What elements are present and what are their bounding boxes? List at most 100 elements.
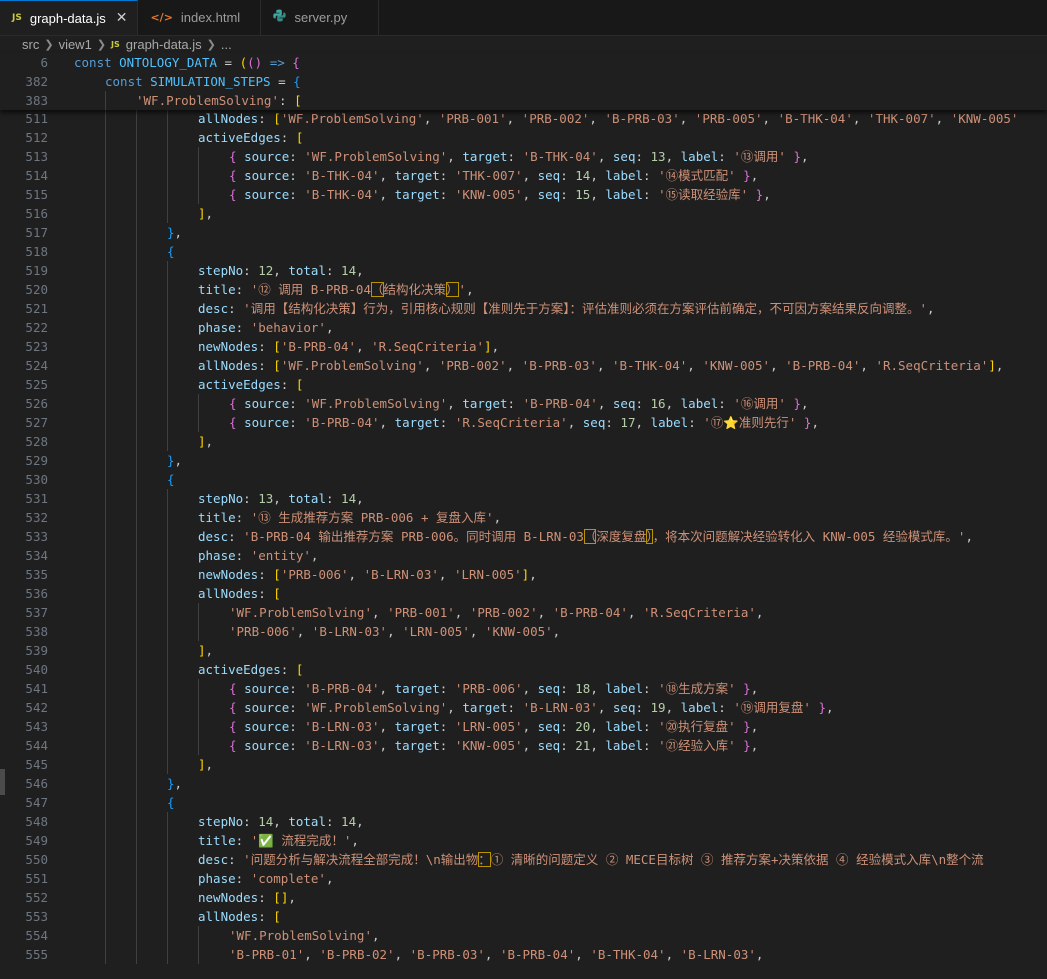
- code-line[interactable]: activeEdges: [: [198, 660, 303, 679]
- code-line[interactable]: { source: 'B-THK-04', target: 'KNW-005',…: [229, 185, 771, 204]
- code-line[interactable]: stepNo: 12, total: 14,: [198, 261, 364, 280]
- code-token: :: [289, 700, 305, 715]
- line-number: 541: [25, 681, 48, 696]
- code-line[interactable]: 'B-PRB-01', 'B-PRB-02', 'B-PRB-03', 'B-P…: [229, 945, 763, 964]
- sticky-code-line[interactable]: 'WF.ProblemSolving': [: [136, 91, 302, 110]
- sticky-code-line[interactable]: const SIMULATION_STEPS = {: [105, 72, 301, 91]
- code-line[interactable]: { source: 'B-PRB-04', target: 'R.SeqCrit…: [229, 413, 819, 432]
- code-line[interactable]: allNodes: ['WF.ProblemSolving', 'PRB-002…: [198, 356, 1003, 375]
- breadcrumb: src ❯ view1 ❯ JS graph-data.js ❯ ...: [0, 35, 1047, 53]
- code-token: :: [235, 282, 251, 297]
- line-number: 530: [25, 472, 48, 487]
- breadcrumb-src[interactable]: src: [22, 37, 39, 52]
- code-token: 'KNW-005': [454, 187, 523, 202]
- code-line[interactable]: newNodes: ['B-PRB-04', 'R.SeqCriteria'],: [198, 337, 499, 356]
- tab-graph-data-js[interactable]: JS graph-data.js ✕: [0, 0, 139, 35]
- code-token: seq: [612, 149, 636, 164]
- indent-guide: [136, 318, 137, 337]
- code-token: 'B-PRB-01': [229, 947, 305, 962]
- code-line[interactable]: allNodes: [: [198, 584, 281, 603]
- code-line[interactable]: desc: '问题分析与解决流程全部完成！\n输出物：① 清晰的问题定义 ② M…: [198, 850, 984, 869]
- code-token: ,: [310, 548, 319, 563]
- code-line[interactable]: },: [167, 223, 182, 242]
- code-token: :: [289, 719, 305, 734]
- code-token: label: [605, 168, 644, 183]
- breadcrumb-view1[interactable]: view1: [59, 37, 92, 52]
- sticky-code-line[interactable]: const ONTOLOGY_DATA = (() => {: [74, 53, 300, 72]
- sticky-scroll-header[interactable]: 6 const ONTOLOGY_DATA = (() => {382 const …: [0, 53, 1047, 110]
- code-token: 'B-PRB-03': [409, 947, 485, 962]
- code-line[interactable]: stepNo: 14, total: 14,: [198, 812, 364, 831]
- tab-server-py[interactable]: server.py: [261, 0, 380, 35]
- code-line[interactable]: activeEdges: [: [198, 128, 303, 147]
- code-line[interactable]: 'WF.ProblemSolving',: [229, 926, 380, 945]
- code-line[interactable]: { source: 'B-THK-04', target: 'THK-007',…: [229, 166, 758, 185]
- code-token: ,: [356, 263, 364, 278]
- code-token: ,: [770, 358, 786, 373]
- code-line[interactable]: desc: '调用【结构化决策】行为，引用核心规则【准则先于方案】：评估准则必须…: [198, 299, 935, 318]
- code-line[interactable]: },: [167, 451, 182, 470]
- code-line[interactable]: { source: 'WF.ProblemSolving', target: '…: [229, 147, 809, 166]
- code-line[interactable]: title: '✅ 流程完成！',: [198, 831, 359, 850]
- code-line[interactable]: newNodes: ['PRB-006', 'B-LRN-03', 'LRN-0…: [198, 565, 537, 584]
- code-line[interactable]: title: '⑬ 生成推荐方案 PRB-006 + 复盘入库',: [198, 508, 501, 527]
- indent-guide: [136, 888, 137, 907]
- tab-label: graph-data.js: [29, 10, 106, 26]
- code-token: ,: [325, 871, 334, 886]
- code-line[interactable]: phase: 'entity',: [198, 546, 318, 565]
- indent-guide: [105, 869, 106, 888]
- code-line[interactable]: {: [167, 242, 175, 261]
- code-line[interactable]: desc: 'B-PRB-04 输出推荐方案 PRB-006。同时调用 B-LR…: [198, 527, 973, 546]
- line-number: 512: [25, 130, 48, 145]
- code-token: （: [371, 282, 384, 297]
- code-line[interactable]: {: [167, 793, 175, 812]
- code-line[interactable]: 'WF.ProblemSolving', 'PRB-001', 'PRB-002…: [229, 603, 763, 622]
- code-editor[interactable]: 511 allNodes: ['WF.ProblemSolving', 'PRB-…: [0, 53, 1047, 979]
- code-line[interactable]: ],: [198, 641, 213, 660]
- code-line[interactable]: allNodes: [: [198, 907, 281, 926]
- line-number: 555: [25, 947, 48, 962]
- indent-guide: [136, 584, 137, 603]
- code-line[interactable]: ],: [198, 204, 213, 223]
- code-token: '⑱生成方案': [658, 681, 736, 696]
- code-line[interactable]: },: [167, 774, 182, 793]
- indent-guide: [136, 812, 137, 831]
- code-token: [: [273, 567, 281, 582]
- close-icon[interactable]: ✕: [116, 10, 128, 26]
- breadcrumb-more[interactable]: ...: [221, 37, 232, 52]
- code-line[interactable]: stepNo: 13, total: 14,: [198, 489, 364, 508]
- code-token: :: [279, 93, 295, 108]
- code-token: '⑲调用复盘': [733, 700, 811, 715]
- code-token: newNodes: [198, 567, 259, 582]
- code-line[interactable]: ],: [198, 432, 213, 451]
- code-line[interactable]: { source: 'WF.ProblemSolving', target: '…: [229, 394, 809, 413]
- code-line[interactable]: { source: 'WF.ProblemSolving', target: '…: [229, 698, 834, 717]
- indent-guide: [198, 679, 199, 698]
- indent-guide: [105, 793, 106, 812]
- code-token: target: [394, 415, 440, 430]
- line-number: 533: [25, 529, 48, 544]
- code-line[interactable]: activeEdges: [: [198, 375, 303, 394]
- tab-index-html[interactable]: </> index.html: [138, 0, 262, 35]
- code-token: {: [229, 700, 245, 715]
- code-token: ,: [379, 681, 395, 696]
- code-line[interactable]: newNodes: [],: [198, 888, 296, 907]
- code-token: SIMULATION_STEPS: [150, 74, 271, 89]
- code-line[interactable]: title: '⑫ 调用 B-PRB-04（结构化决策）',: [198, 280, 474, 299]
- code-line[interactable]: phase: 'behavior',: [198, 318, 334, 337]
- code-line[interactable]: { source: 'B-LRN-03', target: 'LRN-005',…: [229, 717, 758, 736]
- code-token: ,: [860, 358, 876, 373]
- code-line[interactable]: phase: 'complete',: [198, 869, 334, 888]
- breadcrumb-file[interactable]: graph-data.js: [126, 37, 202, 52]
- code-line[interactable]: { source: 'B-LRN-03', target: 'KNW-005',…: [229, 736, 758, 755]
- code-token: 'LRN-005': [454, 719, 523, 734]
- code-line[interactable]: 'PRB-006', 'B-LRN-03', 'LRN-005', 'KNW-0…: [229, 622, 560, 641]
- indent-guide: [136, 717, 137, 736]
- code-line[interactable]: {: [167, 470, 175, 489]
- code-line[interactable]: ],: [198, 755, 213, 774]
- code-line[interactable]: { source: 'B-PRB-04', target: 'PRB-006',…: [229, 679, 758, 698]
- chevron-right-icon: ❯: [44, 38, 54, 51]
- code-token: [: [273, 909, 281, 924]
- code-line[interactable]: allNodes: ['WF.ProblemSolving', 'PRB-001…: [198, 109, 1018, 128]
- code-token: :: [243, 263, 259, 278]
